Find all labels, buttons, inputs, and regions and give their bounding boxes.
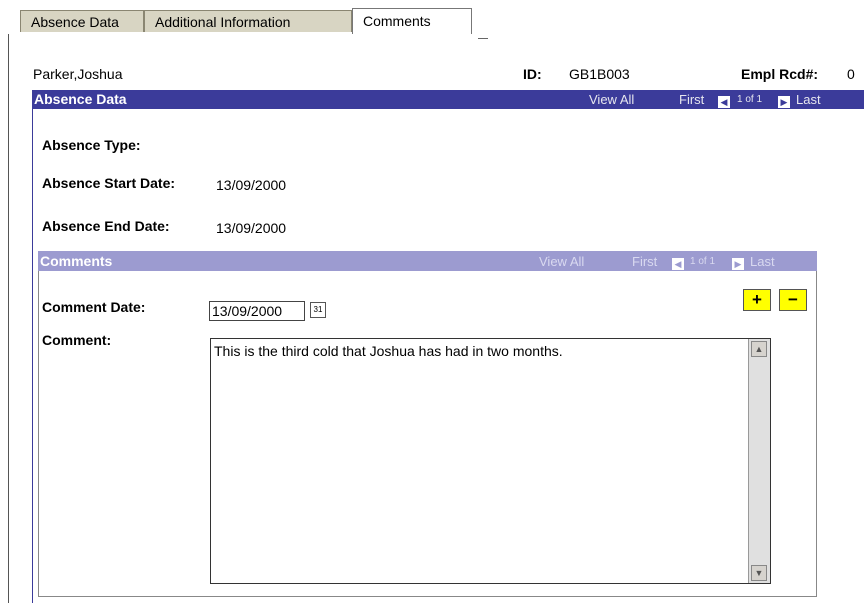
comments-row-counter: 1 of 1: [690, 256, 716, 267]
next-row-button[interactable]: ▶: [778, 93, 790, 108]
comment-date-field[interactable]: 13/09/2000: [209, 301, 305, 321]
absence-end-label: Absence End Date:: [42, 218, 170, 234]
id-value: GB1B003: [569, 66, 630, 82]
arrow-left-icon: ◀: [718, 95, 730, 108]
tab-label: Additional Information: [155, 14, 291, 30]
comments-title: Comments: [40, 253, 113, 269]
row-counter: 1 of 1: [737, 94, 763, 105]
comment-textarea[interactable]: This is the third cold that Joshua has h…: [210, 338, 771, 584]
arrow-right-icon: ▶: [778, 95, 790, 108]
first-link[interactable]: First: [679, 92, 704, 107]
page-left-border: [8, 34, 9, 603]
arrow-left-icon: ◀: [672, 257, 684, 270]
tab-comments[interactable]: Comments: [352, 8, 472, 34]
comments-view-all-link[interactable]: View All: [539, 254, 584, 269]
scroll-up-icon[interactable]: ▲: [751, 341, 767, 357]
empl-rcd-label: Empl Rcd#:: [741, 66, 819, 82]
tab-additional-information[interactable]: Additional Information: [144, 10, 352, 32]
last-link[interactable]: Last: [796, 92, 821, 107]
comments-last-link[interactable]: Last: [750, 254, 775, 269]
comment-scrollbar[interactable]: ▲ ▼: [748, 339, 770, 583]
employee-name: Parker,Joshua: [33, 66, 123, 82]
view-all-link[interactable]: View All: [589, 92, 634, 107]
comment-date-label: Comment Date:: [42, 299, 146, 315]
comment-text: This is the third cold that Joshua has h…: [214, 343, 563, 359]
tab-label: Absence Data: [31, 14, 119, 30]
comments-header: Comments View All First ◀ 1 of 1 ▶ Last: [38, 251, 817, 271]
tab-strip: Absence Data Additional Information Comm…: [8, 8, 488, 39]
absence-data-header: Absence Data View All First ◀ 1 of 1 ▶ L…: [32, 90, 864, 109]
absence-start-label: Absence Start Date:: [42, 175, 176, 191]
comment-label: Comment:: [42, 332, 112, 348]
absence-start-value: 13/09/2000: [216, 177, 287, 193]
scroll-down-icon[interactable]: ▼: [751, 565, 767, 581]
tab-label: Comments: [363, 13, 431, 29]
tab-baseline: [478, 38, 488, 39]
absence-type-label: Absence Type:: [42, 137, 141, 153]
prev-row-button[interactable]: ◀: [718, 93, 730, 108]
id-label: ID:: [523, 66, 542, 82]
arrow-right-icon: ▶: [732, 257, 744, 270]
calendar-icon[interactable]: 31: [310, 302, 326, 318]
remove-row-button[interactable]: −: [779, 289, 807, 311]
comments-next-button[interactable]: ▶: [732, 255, 744, 270]
add-row-button[interactable]: +: [743, 289, 771, 311]
empl-rcd-value: 0: [847, 66, 855, 82]
tab-absence-data[interactable]: Absence Data: [20, 10, 144, 32]
comments-prev-button[interactable]: ◀: [672, 255, 684, 270]
absence-data-title: Absence Data: [34, 91, 127, 107]
absence-end-value: 13/09/2000: [216, 220, 287, 236]
comments-first-link[interactable]: First: [632, 254, 657, 269]
